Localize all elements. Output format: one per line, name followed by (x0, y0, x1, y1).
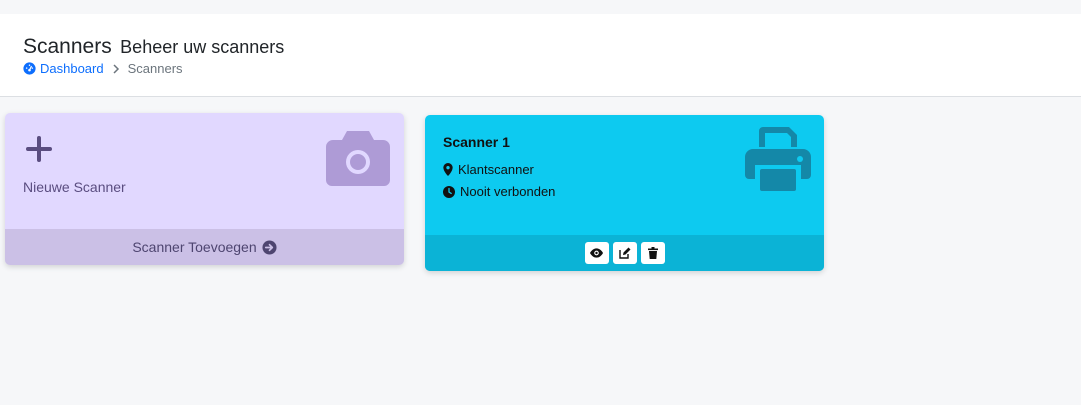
clock-icon (443, 185, 455, 198)
scanner-card: Scanner 1 Klantscanner Nooit verbonden (425, 115, 824, 271)
add-scanner-card-body[interactable]: Nieuwe Scanner (5, 113, 404, 229)
page-subtitle: Beheer uw scanners (120, 37, 285, 57)
eye-icon (590, 248, 603, 258)
scanner-name: Scanner 1 (443, 134, 510, 150)
dashboard-icon (23, 62, 36, 75)
chevron-right-icon (112, 63, 120, 74)
scanner-status: Nooit verbonden (460, 184, 556, 199)
breadcrumb-current: Scanners (127, 61, 183, 76)
add-scanner-button[interactable]: Scanner Toevoegen (5, 229, 404, 265)
view-scanner-button[interactable] (584, 242, 609, 264)
scanner-status-row: Nooit verbonden (443, 184, 555, 199)
camera-icon (326, 131, 390, 186)
add-scanner-label: Nieuwe Scanner (23, 179, 126, 195)
trash-icon (647, 247, 658, 259)
page-header: Scanners Beheer uw scanners Dashboard Sc… (0, 14, 1081, 97)
scanner-location-row: Klantscanner (443, 162, 534, 177)
scanner-location: Klantscanner (458, 162, 534, 177)
breadcrumb: Dashboard Scanners (23, 61, 183, 76)
title-row: Scanners Beheer uw scanners (23, 35, 284, 59)
plus-icon (26, 136, 52, 162)
add-scanner-button-label: Scanner Toevoegen (132, 239, 257, 255)
add-scanner-card[interactable]: Nieuwe Scanner Scanner Toevoegen (5, 113, 404, 265)
breadcrumb-dashboard-link[interactable]: Dashboard (23, 61, 104, 76)
map-marker-icon (443, 163, 453, 176)
page-title: Scanners (23, 35, 112, 58)
edit-scanner-button[interactable] (612, 242, 637, 264)
breadcrumb-dashboard-label: Dashboard (40, 61, 104, 76)
scanner-card-body: Scanner 1 Klantscanner Nooit verbonden (425, 115, 824, 235)
arrow-circle-right-icon (262, 239, 277, 255)
delete-scanner-button[interactable] (640, 242, 665, 264)
edit-icon (618, 247, 630, 259)
printer-icon (745, 127, 811, 191)
scanner-actions (425, 235, 824, 271)
